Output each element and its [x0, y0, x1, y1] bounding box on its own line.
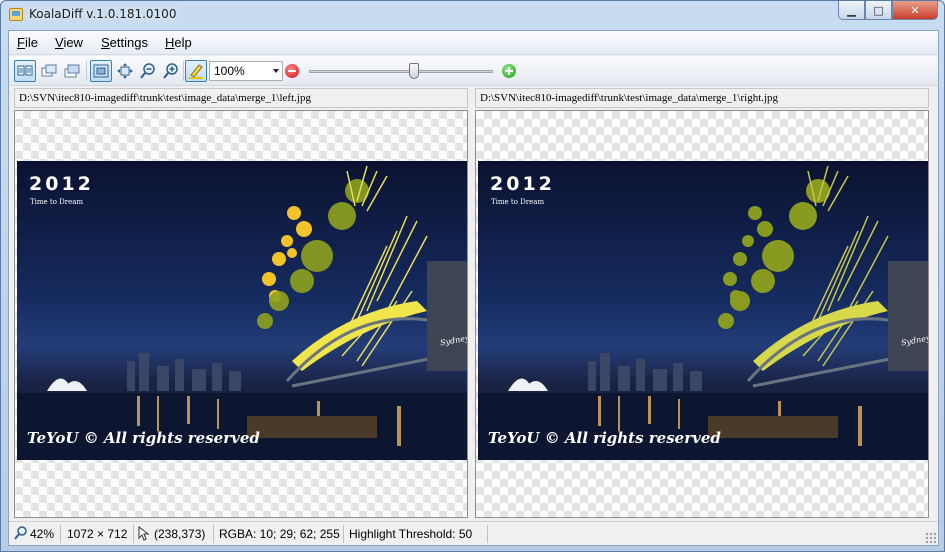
- zoom-level-value: 100%: [214, 64, 245, 78]
- photo-scene: [17, 165, 467, 460]
- menu-settings[interactable]: Settings: [101, 35, 148, 50]
- bridge-pylon: [427, 261, 467, 371]
- actual-size-button[interactable]: [114, 60, 136, 82]
- menu-bar: File View Settings Help: [9, 31, 938, 55]
- status-separator: [133, 525, 134, 543]
- move-icon: [117, 63, 133, 79]
- window-title: KoalaDiff v.1.0.181.0100: [29, 7, 177, 21]
- zoom-out-icon: [140, 63, 155, 79]
- resize-grip[interactable]: [925, 532, 936, 543]
- menu-view[interactable]: View: [55, 35, 83, 50]
- zoom-slider-thumb[interactable]: [408, 63, 419, 79]
- left-photo: 2012 Time to Dream Sydney TeYoU © All ri…: [17, 161, 467, 460]
- right-image-pane: D:\SVN\itec810-imagediff\trunk\test\imag…: [475, 88, 929, 518]
- zoom-out-button[interactable]: [137, 60, 159, 82]
- stacked-icon: [64, 64, 80, 78]
- fireworks-green: [718, 179, 830, 329]
- watermark-subtitle: Time to Dream: [491, 198, 545, 206]
- zoom-slider-track[interactable]: [309, 70, 493, 73]
- cursor-icon: [138, 526, 149, 541]
- toolbar-separator: [183, 61, 184, 81]
- minimize-icon: ▁: [847, 3, 856, 17]
- left-file-path: D:\SVN\itec810-imagediff\trunk\test\imag…: [14, 88, 468, 108]
- koaladiff-app-icon[interactable]: [9, 8, 23, 21]
- toolbar: 100%: [9, 56, 938, 86]
- magnifier-icon: [14, 526, 27, 540]
- fit-window-icon: [93, 64, 109, 78]
- right-file-path: D:\SVN\itec810-imagediff\trunk\test\imag…: [475, 88, 929, 108]
- left-image-view[interactable]: 2012 Time to Dream Sydney TeYoU © All ri…: [14, 110, 468, 518]
- minimize-button[interactable]: ▁: [838, 1, 865, 20]
- status-dimensions: 1072 × 712: [67, 527, 128, 541]
- photo-scene: [478, 165, 928, 460]
- menu-file[interactable]: File: [17, 35, 38, 50]
- status-separator: [60, 525, 61, 543]
- side-by-side-icon: [17, 65, 33, 76]
- status-highlight-threshold: Highlight Threshold: 50: [349, 527, 473, 541]
- right-image-view[interactable]: 2012 Time to Dream Sydney TeYoU © All ri…: [475, 110, 929, 518]
- wharf: [247, 416, 377, 438]
- overlay-view-button[interactable]: [38, 60, 60, 82]
- watermark-year: 2012: [29, 173, 94, 195]
- overlay-icon: [41, 64, 57, 77]
- caption-buttons: ▁ □ ✕: [838, 1, 938, 21]
- status-zoom: 42%: [30, 527, 55, 541]
- opera-house: [47, 378, 87, 391]
- watermark-year: 2012: [490, 173, 555, 195]
- watermark-subtitle: Time to Dream: [30, 198, 84, 206]
- chevron-down-icon[interactable]: [273, 69, 279, 73]
- city-skyline: [588, 353, 702, 391]
- left-image-pane: D:\SVN\itec810-imagediff\trunk\test\imag…: [14, 88, 468, 518]
- fireworks-green: [257, 179, 369, 329]
- bridge-pylon: [888, 261, 928, 371]
- menu-help[interactable]: Help: [165, 35, 192, 50]
- right-photo: 2012 Time to Dream Sydney TeYoU © All ri…: [478, 161, 928, 460]
- maximize-button[interactable]: □: [865, 1, 892, 20]
- zoom-in-icon: [163, 63, 178, 79]
- stacked-view-button[interactable]: [61, 60, 83, 82]
- minus-icon: [288, 70, 296, 72]
- fit-to-window-button[interactable]: [90, 60, 112, 82]
- side-by-side-view-button[interactable]: [14, 60, 36, 82]
- watermark-copyright: TeYoU © All rights reserved: [27, 429, 260, 447]
- wharf: [708, 416, 838, 438]
- zoom-level-combobox[interactable]: 100%: [209, 61, 283, 81]
- title-bar[interactable]: KoalaDiff v.1.0.181.0100 ▁ □ ✕: [1, 1, 944, 29]
- status-bar: 42% 1072 × 712 (238,373) RGBA: 10; 29; 6…: [9, 521, 938, 545]
- status-separator: [343, 525, 344, 543]
- status-rgba: RGBA: 10; 29; 62; 255: [219, 527, 340, 541]
- opera-house: [508, 378, 548, 391]
- watermark-copyright: TeYoU © All rights reserved: [488, 429, 721, 447]
- close-icon: ✕: [910, 3, 920, 17]
- status-separator: [487, 525, 488, 543]
- status-separator: [213, 525, 214, 543]
- highlight-differences-button[interactable]: [185, 60, 207, 82]
- zoom-in-button[interactable]: [160, 60, 182, 82]
- close-button[interactable]: ✕: [892, 1, 938, 20]
- zoom-decrease-button[interactable]: [285, 64, 299, 78]
- app-window: KoalaDiff v.1.0.181.0100 ▁ □ ✕ File View…: [0, 0, 945, 552]
- toolbar-separator: [86, 61, 87, 81]
- client-area: File View Settings Help 100% D:\SVN\itec…: [8, 30, 939, 546]
- maximize-icon: □: [873, 3, 884, 17]
- status-cursor-position: (238,373): [154, 527, 206, 541]
- zoom-increase-button[interactable]: [502, 64, 516, 78]
- highlighter-icon: [189, 64, 203, 79]
- city-skyline: [127, 353, 241, 391]
